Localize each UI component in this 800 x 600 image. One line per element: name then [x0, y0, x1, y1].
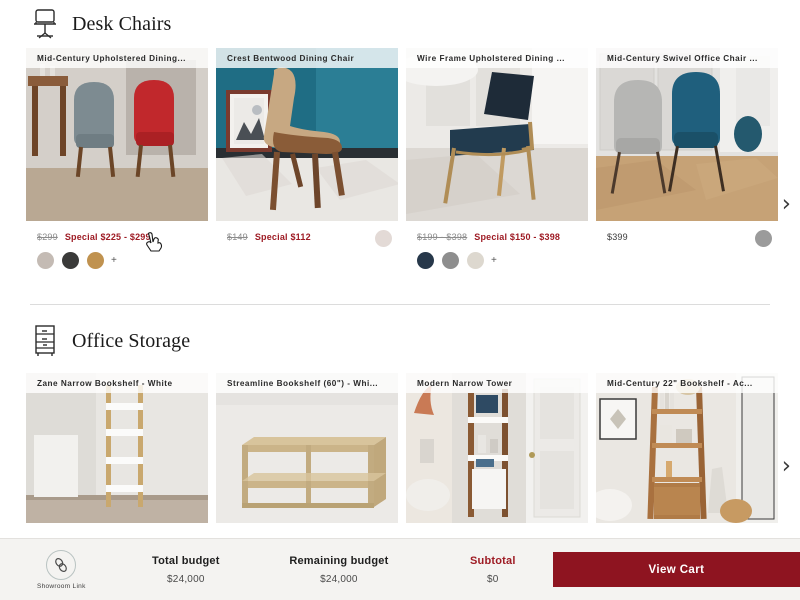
- chain-link-icon: [46, 549, 77, 580]
- total-budget-value: $24,000: [167, 573, 205, 585]
- price-original: $199 - $398: [417, 232, 468, 242]
- product-card[interactable]: Streamline Bookshelf (60") - Whi...: [216, 373, 398, 523]
- section-title: Office Storage: [72, 329, 191, 352]
- price-row: $199 - $398 Special $150 - $398: [406, 221, 588, 243]
- carousel-office-storage[interactable]: Zane Narrow Bookshelf - White Streamline…: [0, 373, 800, 523]
- card-list: Mid-Century Upholstered Dining... $299 S…: [0, 48, 800, 269]
- price-special: Special $225 - $299: [64, 232, 151, 242]
- product-title: Mid-Century Swivel Office Chair ...: [596, 48, 778, 68]
- color-swatch[interactable]: [37, 252, 54, 269]
- product-image[interactable]: Streamline Bookshelf (60") - Whi...: [216, 373, 398, 523]
- showroom-link-label: Showroom Link: [36, 582, 86, 590]
- section-office-storage: Office Storage Zane Narrow Bookshelf - W…: [0, 305, 800, 523]
- product-title: Zane Narrow Bookshelf - White: [26, 373, 208, 393]
- view-cart-button[interactable]: View Cart: [552, 552, 800, 587]
- price-original: $299: [37, 232, 58, 242]
- color-swatch[interactable]: [467, 252, 484, 269]
- product-title: Streamline Bookshelf (60") - Whi...: [216, 373, 398, 393]
- office-chair-icon: [30, 6, 60, 42]
- file-cabinet-icon: [30, 323, 60, 359]
- swatch-row[interactable]: +: [26, 243, 208, 269]
- color-swatch[interactable]: [87, 252, 104, 269]
- product-title: Wire Frame Upholstered Dining ...: [406, 48, 588, 68]
- product-image[interactable]: Mid-Century 22" Bookshelf - Ac...: [596, 373, 778, 523]
- product-card[interactable]: Mid-Century 22" Bookshelf - Ac...: [596, 373, 778, 523]
- product-image[interactable]: Wire Frame Upholstered Dining ...: [406, 48, 588, 221]
- section-header-desk-chairs: Desk Chairs: [0, 6, 800, 42]
- color-swatch[interactable]: [755, 230, 772, 247]
- product-title: Mid-Century Upholstered Dining...: [26, 48, 208, 68]
- price-row: $299 Special $225 - $299: [26, 221, 208, 243]
- swatch-row[interactable]: +: [406, 243, 588, 269]
- more-swatches-button[interactable]: +: [111, 255, 117, 266]
- product-title: Mid-Century 22" Bookshelf - Ac...: [596, 373, 778, 393]
- total-budget-label: Total budget: [152, 554, 220, 567]
- price-row: $149 Special $112: [216, 221, 398, 243]
- footer-bar: Showroom Link Total budget $24,000 Remai…: [0, 538, 800, 600]
- product-image[interactable]: Mid-Century Upholstered Dining...: [26, 48, 208, 221]
- section-header-office-storage: Office Storage: [0, 323, 800, 359]
- subtotal: Subtotal $0: [449, 555, 537, 585]
- product-image[interactable]: Mid-Century Swivel Office Chair ...: [596, 48, 778, 221]
- color-swatch[interactable]: [62, 252, 79, 269]
- carousel-desk-chairs[interactable]: Mid-Century Upholstered Dining... $299 S…: [0, 48, 800, 269]
- carousel-next-button[interactable]: ›: [782, 455, 791, 478]
- product-card[interactable]: Modern Narrow Tower: [406, 373, 588, 523]
- color-swatch[interactable]: [442, 252, 459, 269]
- remaining-budget-value: $24,000: [320, 573, 358, 585]
- price-special: Special $150 - $398: [474, 232, 561, 242]
- showroom-link-button[interactable]: Showroom Link: [0, 549, 123, 590]
- subtotal-label: Subtotal: [469, 554, 516, 567]
- product-card[interactable]: Wire Frame Upholstered Dining ... $199 -…: [406, 48, 588, 269]
- price-current: $399: [607, 232, 628, 242]
- more-swatches-button[interactable]: +: [491, 255, 497, 266]
- product-card[interactable]: Mid-Century Swivel Office Chair ... $399: [596, 48, 778, 269]
- subtotal-value: $0: [487, 573, 499, 585]
- product-card[interactable]: Crest Bentwood Dining Chair $149 Special…: [216, 48, 398, 269]
- product-card[interactable]: Mid-Century Upholstered Dining... $299 S…: [26, 48, 208, 269]
- price-original: $149: [227, 232, 248, 242]
- section-title: Desk Chairs: [72, 12, 172, 35]
- product-image[interactable]: Crest Bentwood Dining Chair: [216, 48, 398, 221]
- remaining-budget: Remaining budget $24,000: [267, 555, 411, 585]
- remaining-budget-label: Remaining budget: [289, 554, 389, 567]
- product-card[interactable]: Zane Narrow Bookshelf - White: [26, 373, 208, 523]
- product-image[interactable]: Modern Narrow Tower: [406, 373, 588, 523]
- price-row: $399: [596, 221, 778, 243]
- section-desk-chairs: Desk Chairs Mid-Century Upholstered Dini…: [0, 0, 800, 269]
- color-swatch[interactable]: [417, 252, 434, 269]
- carousel-next-button[interactable]: ›: [782, 193, 791, 216]
- color-swatch[interactable]: [375, 230, 392, 247]
- product-title: Modern Narrow Tower: [406, 373, 588, 393]
- showroom-page: Desk Chairs Mid-Century Upholstered Dini…: [0, 0, 800, 600]
- total-budget: Total budget $24,000: [123, 555, 249, 585]
- price-special: Special $112: [254, 232, 311, 242]
- product-title: Crest Bentwood Dining Chair: [216, 48, 398, 68]
- card-list: Zane Narrow Bookshelf - White Streamline…: [0, 373, 800, 523]
- product-image[interactable]: Zane Narrow Bookshelf - White: [26, 373, 208, 523]
